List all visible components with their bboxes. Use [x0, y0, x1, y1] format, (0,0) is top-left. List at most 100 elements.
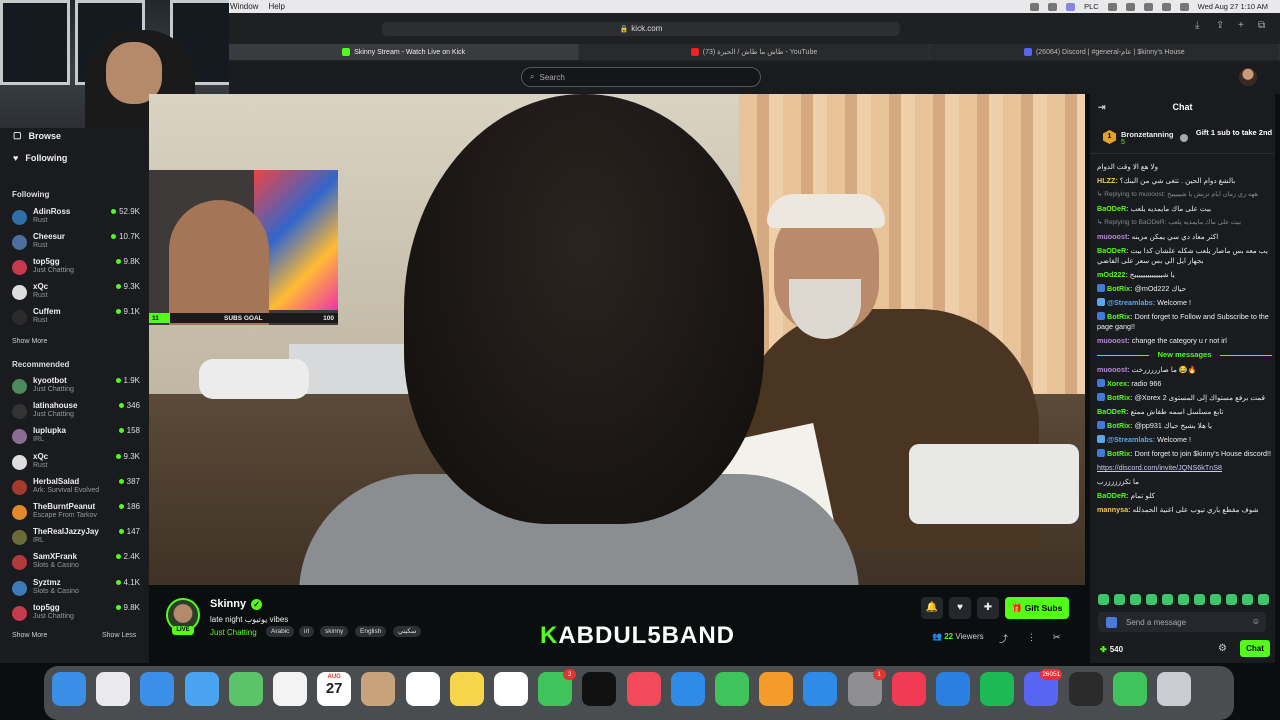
- channel-item[interactable]: TheBurntPeanut Escape From Tarkov 186: [12, 502, 140, 524]
- notes-app-icon[interactable]: [449, 672, 484, 706]
- chat-username[interactable]: mannysa:: [1097, 505, 1131, 514]
- follow-heart-icon[interactable]: ♥: [949, 597, 971, 619]
- chat-settings-icon[interactable]: ⚙: [1218, 643, 1227, 654]
- headphones-icon[interactable]: [1107, 2, 1117, 11]
- pages-app-icon[interactable]: [759, 672, 794, 706]
- tag[interactable]: English: [355, 626, 387, 637]
- video-player[interactable]: [149, 94, 1085, 585]
- channel-item[interactable]: SamXFrank Slots & Casino 2.4K: [12, 552, 140, 574]
- status-icon[interactable]: [1048, 2, 1058, 11]
- emote-icon[interactable]: [1242, 594, 1253, 605]
- emoji-icon[interactable]: ☺: [1252, 617, 1260, 626]
- control-center-icon[interactable]: [1179, 2, 1189, 11]
- bluetooth-app-icon[interactable]: [936, 672, 970, 706]
- collapse-chat-icon[interactable]: ⇥: [1098, 94, 1106, 120]
- settings-app-icon[interactable]: 1: [847, 669, 886, 706]
- calendar-app-icon[interactable]: AUG 27: [317, 672, 352, 706]
- tab-kick[interactable]: Skinny Stream - Watch Live on Kick: [229, 44, 580, 60]
- chat-username[interactable]: BotRix:: [1107, 312, 1133, 321]
- launchpad-app-icon[interactable]: [96, 672, 131, 706]
- wifi-icon[interactable]: [1143, 2, 1153, 11]
- chat-username[interactable]: Xorex:: [1107, 379, 1129, 388]
- emote-icon[interactable]: [1130, 594, 1141, 605]
- address-bar[interactable]: 🔒 kick.com: [382, 22, 900, 36]
- clock[interactable]: Wed Aug 27 1:10 AM: [1198, 2, 1268, 11]
- channel-item[interactable]: top5gg Just Chatting 9.8K: [12, 603, 140, 625]
- channel-item[interactable]: AdinRoss Rust 52.9K: [12, 207, 140, 229]
- chat-username[interactable]: BaODeR:: [1097, 246, 1129, 255]
- numbers-app-icon[interactable]: [715, 672, 749, 706]
- more-icon[interactable]: ⋮: [1027, 632, 1036, 643]
- chat-link[interactable]: https://discord.com/invite/JQNS6kTnS8: [1097, 463, 1222, 472]
- chat-username[interactable]: BaODeR:: [1097, 407, 1129, 416]
- tag[interactable]: skinny: [320, 626, 349, 637]
- user-avatar[interactable]: [1239, 68, 1257, 86]
- tab-youtube[interactable]: (73) طاش ما طاش / الحيرة - YouTube: [579, 44, 930, 60]
- photos-app-icon[interactable]: [273, 672, 307, 706]
- nav-browse[interactable]: ▢ Browse: [13, 130, 61, 141]
- emote-icon[interactable]: [1210, 594, 1221, 605]
- chat-send-button[interactable]: Chat: [1240, 640, 1270, 657]
- chat-username[interactable]: @Streamlabs:: [1107, 298, 1155, 307]
- emote-icon[interactable]: [1146, 594, 1157, 605]
- emote-icon[interactable]: [1098, 594, 1109, 605]
- channel-item[interactable]: HerbalSalad Ark: Survival Evolved 387: [12, 477, 140, 499]
- vpn-label[interactable]: PLC: [1084, 2, 1099, 11]
- gift-cta[interactable]: Gift 1 sub to take 2nd: [1194, 128, 1274, 137]
- channel-item[interactable]: Cuffem Rust 9.1K: [12, 307, 140, 329]
- discord-app-icon[interactable]: 26051: [1024, 669, 1063, 706]
- channel-item[interactable]: latinahouse Just Chatting 346: [12, 401, 140, 423]
- chat-username[interactable]: BotRix:: [1107, 284, 1133, 293]
- messages-app-icon[interactable]: [1112, 672, 1147, 706]
- channel-item[interactable]: xQc Rust 9.3K: [12, 452, 140, 474]
- trash-app-icon[interactable]: [1157, 672, 1191, 706]
- chat-username[interactable]: BaODeR:: [1097, 204, 1129, 213]
- tag[interactable]: irl: [299, 626, 315, 637]
- mail-app-icon[interactable]: [184, 672, 219, 706]
- search-input[interactable]: ⌕ Search: [521, 67, 761, 87]
- channel-item[interactable]: Cheesur Rust 10.7K: [12, 232, 140, 254]
- emote-icon[interactable]: [1178, 594, 1189, 605]
- finder-app-icon[interactable]: [52, 672, 86, 706]
- chat-username[interactable]: muooost:: [1097, 336, 1130, 345]
- chat-username[interactable]: BotRix:: [1107, 421, 1133, 430]
- chat-username[interactable]: @Streamlabs:: [1107, 435, 1155, 444]
- chat-username[interactable]: BotRix:: [1107, 393, 1133, 402]
- contacts-app-icon[interactable]: [361, 672, 396, 706]
- search-icon[interactable]: [1161, 2, 1171, 11]
- freeform-app-icon[interactable]: [494, 672, 528, 706]
- channel-item[interactable]: Syztmz Slots & Casino 4.1K: [12, 578, 140, 600]
- show-more-button[interactable]: Show More: [12, 632, 47, 639]
- emote-icon[interactable]: [1194, 594, 1205, 605]
- channel-item[interactable]: luplupka IRL 158: [12, 426, 140, 448]
- boost-icon[interactable]: ✚: [977, 597, 999, 619]
- new-tab-icon[interactable]: +: [1238, 20, 1244, 31]
- notification-bell-icon[interactable]: 🔔: [921, 597, 943, 619]
- show-more-button[interactable]: Show More: [12, 338, 47, 345]
- show-less-button[interactable]: Show Less: [102, 632, 136, 639]
- status-icon[interactable]: [1030, 2, 1040, 11]
- obs-app-icon[interactable]: [1068, 672, 1103, 706]
- spotify-app-icon[interactable]: [980, 672, 1015, 706]
- share-icon[interactable]: ⤴: [999, 632, 1008, 645]
- safari-app-icon[interactable]: [140, 672, 175, 706]
- channel-item[interactable]: xQc Rust 9.3K: [12, 282, 140, 304]
- tag[interactable]: Arabic: [266, 626, 295, 637]
- menu-window[interactable]: Window: [230, 2, 258, 11]
- channel-name[interactable]: Skinny ✓: [210, 598, 263, 610]
- news-app-icon[interactable]: [626, 672, 661, 706]
- nav-following[interactable]: ♥ Following: [13, 153, 67, 163]
- download-icon[interactable]: ⤓: [1195, 20, 1199, 31]
- chat-username[interactable]: mOd222:: [1097, 270, 1128, 279]
- channel-item[interactable]: TheRealJazzyJay IRL 147: [12, 527, 140, 549]
- gifter-name[interactable]: Bronzetanning: [1121, 130, 1174, 139]
- music-app-icon[interactable]: [891, 672, 926, 706]
- gift-subs-button[interactable]: 🎁 Gift Subs: [1005, 597, 1069, 619]
- emote-icon[interactable]: [1258, 594, 1269, 605]
- facetime-app-icon[interactable]: 2: [538, 669, 577, 706]
- emote-icon[interactable]: [1114, 594, 1125, 605]
- chat-username[interactable]: muooost:: [1097, 232, 1130, 241]
- share-icon[interactable]: ⇪: [1216, 20, 1224, 31]
- reminders-app-icon[interactable]: [405, 672, 440, 706]
- appstore-app-icon[interactable]: [803, 672, 838, 706]
